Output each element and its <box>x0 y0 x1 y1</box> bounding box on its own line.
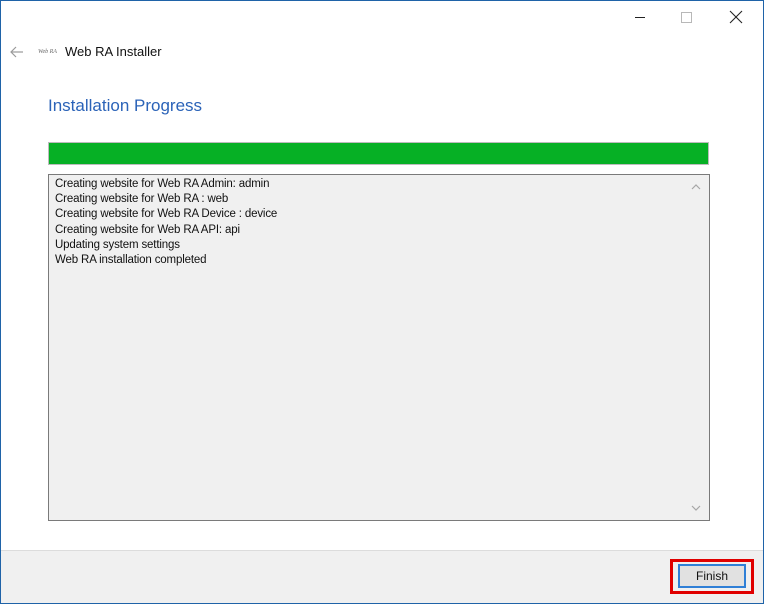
progress-fill <box>49 143 708 164</box>
chevron-up-icon[interactable] <box>691 183 701 191</box>
log-line: Web RA installation completed <box>55 254 207 267</box>
installer-window: Web RA Web RA Installer Installation Pro… <box>0 0 764 604</box>
page-title: Installation Progress <box>48 96 203 115</box>
close-icon <box>729 10 743 24</box>
nav-bar: Web RA Web RA Installer <box>1 39 763 67</box>
footer-bar <box>1 550 763 603</box>
back-arrow-icon[interactable] <box>9 44 25 60</box>
minimize-button[interactable] <box>617 1 663 33</box>
app-title: Web RA Installer <box>65 44 162 59</box>
log-line: Creating website for Web RA API: api <box>55 223 240 236</box>
minimize-icon <box>635 16 645 18</box>
log-line: Creating website for Web RA : web <box>55 193 229 206</box>
app-logo: Web RA <box>38 49 57 55</box>
maximize-icon <box>680 11 692 23</box>
install-log[interactable]: Creating website for Web RA Admin: admin… <box>48 174 710 521</box>
log-line: Creating website for Web RA Admin: admin <box>55 178 270 190</box>
log-line: Creating website for Web RA Device : dev… <box>55 208 278 221</box>
progress-bar <box>48 142 709 165</box>
finish-button[interactable]: Finish <box>678 564 746 588</box>
log-lines: Creating website for Web RA Admin: admin… <box>55 177 687 268</box>
close-button[interactable] <box>713 1 759 33</box>
maximize-button <box>663 1 709 33</box>
log-line: Updating system settings <box>55 238 180 251</box>
title-bar <box>1 1 763 37</box>
chevron-down-icon[interactable] <box>691 504 701 512</box>
